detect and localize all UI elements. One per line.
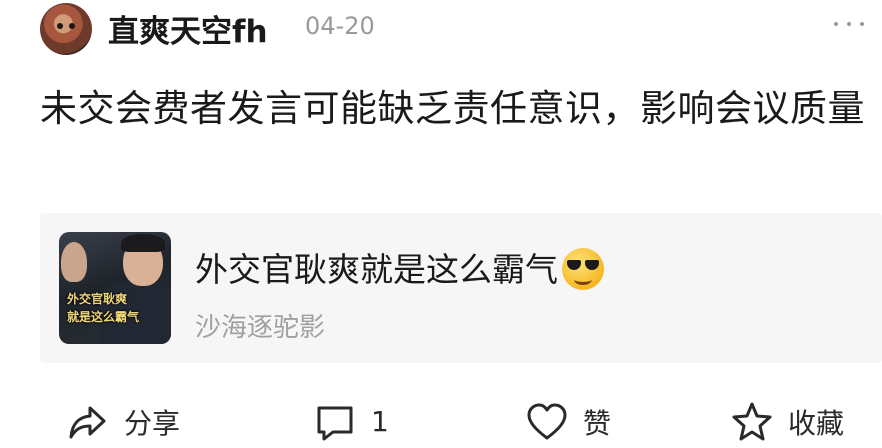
avatar[interactable] bbox=[40, 3, 92, 55]
post-content: 未交会费者发言可能缺乏责任意识，影响会议质量 bbox=[40, 87, 865, 130]
star-icon bbox=[732, 402, 772, 440]
more-dots-icon[interactable] bbox=[832, 12, 866, 36]
share-arrow-icon bbox=[69, 406, 106, 438]
heart-icon bbox=[527, 403, 567, 439]
shared-card-author: 沙海逐驼影 bbox=[195, 313, 326, 343]
shared-card-title[interactable]: 外交官耿爽就是这么霸气 bbox=[195, 243, 604, 293]
video-thumbnail[interactable]: 外交官耿爽 就是这么霸气 bbox=[59, 232, 171, 344]
sunglasses-emoji-icon bbox=[562, 247, 604, 290]
comment-count: 1 bbox=[371, 405, 389, 438]
action-bar: 分享 1 赞 收藏 bbox=[0, 395, 882, 448]
like-button[interactable]: 赞 bbox=[525, 395, 611, 448]
post-date: 04-20 bbox=[305, 12, 375, 40]
shared-video-card[interactable]: 外交官耿爽 就是这么霸气 外交官耿爽就是这么霸气 沙海逐驼影 bbox=[40, 213, 882, 363]
favorite-button[interactable]: 收藏 bbox=[730, 395, 844, 448]
post-header: 直爽天空fh 04-20 bbox=[0, 0, 882, 64]
like-label: 赞 bbox=[583, 406, 612, 440]
share-button[interactable]: 分享 bbox=[66, 395, 180, 448]
favorite-label: 收藏 bbox=[788, 406, 845, 440]
username[interactable]: 直爽天空fh bbox=[108, 6, 268, 51]
comment-button[interactable]: 1 bbox=[313, 395, 389, 448]
thumbnail-caption: 外交官耿爽 就是这么霸气 bbox=[67, 292, 140, 324]
comment-bubble-icon bbox=[317, 406, 353, 440]
share-label: 分享 bbox=[124, 406, 181, 440]
